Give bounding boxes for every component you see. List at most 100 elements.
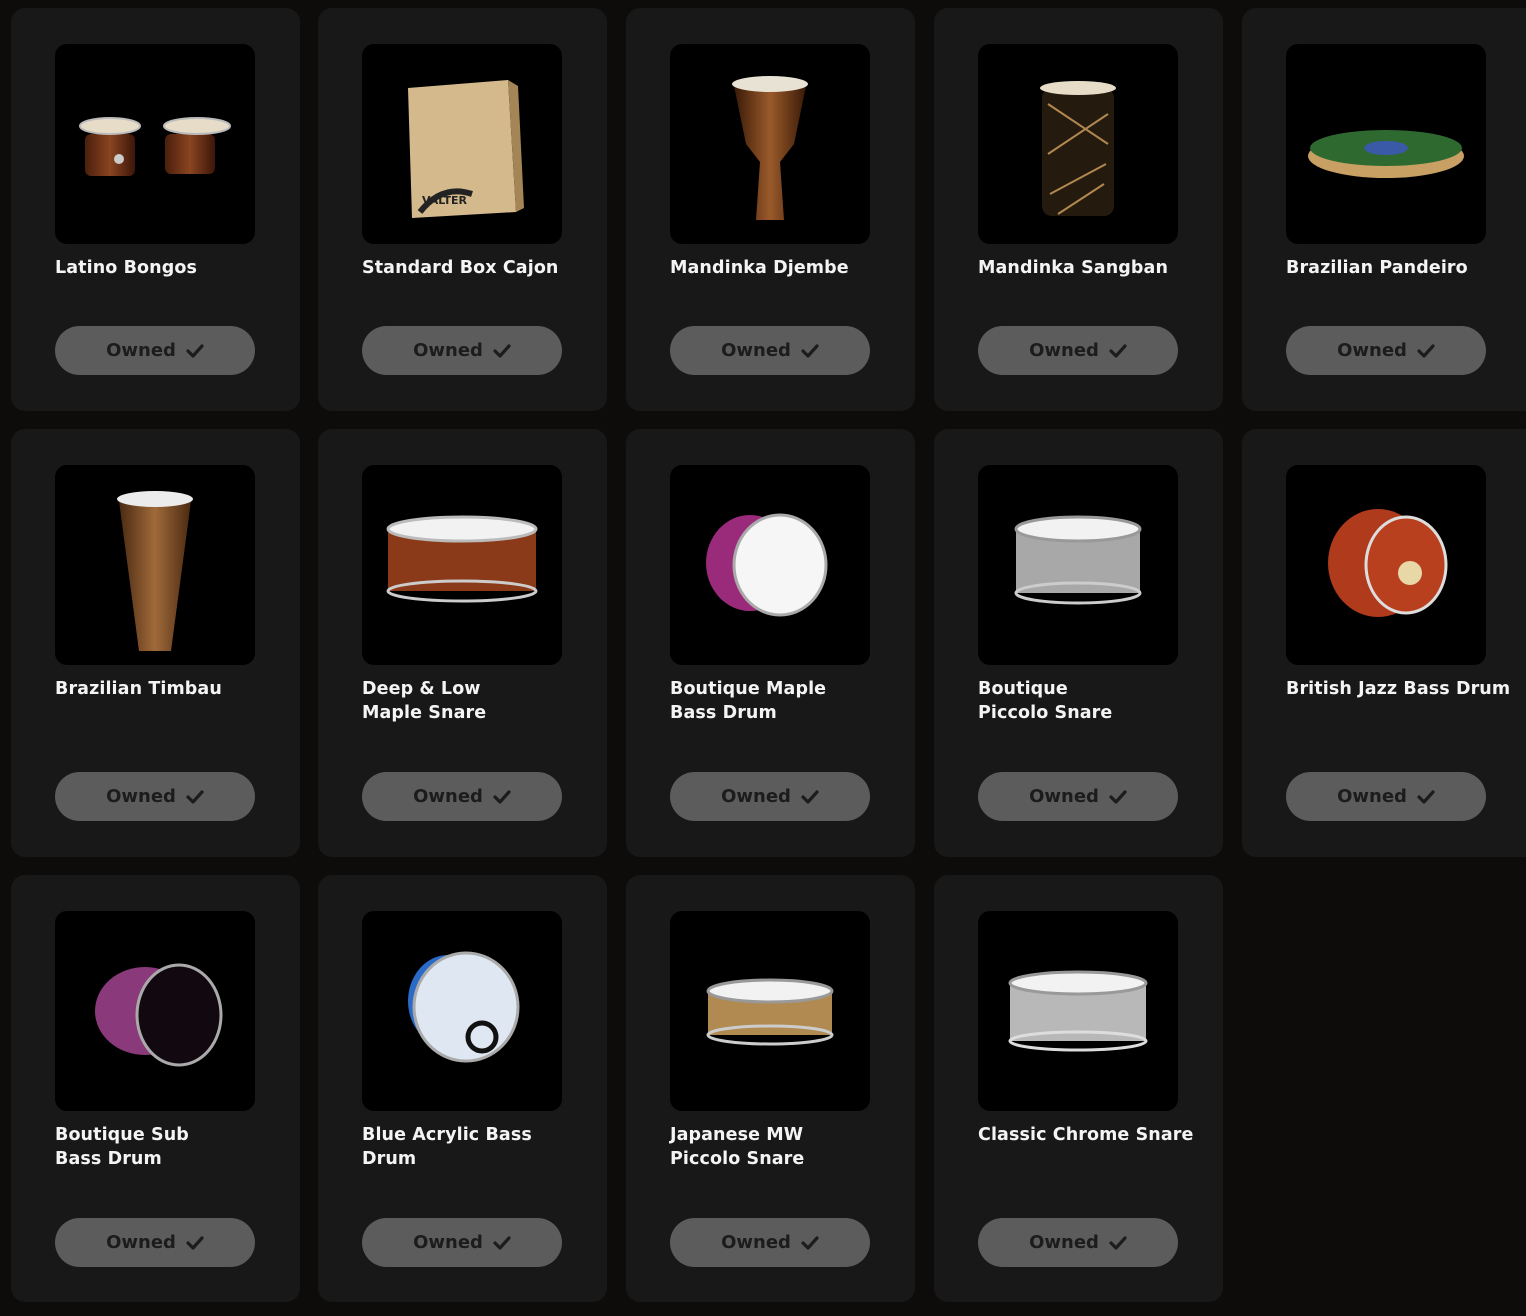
owned-label: Owned bbox=[1029, 340, 1099, 361]
product-title: Classic Chrome Snare bbox=[978, 1125, 1194, 1145]
owned-label: Owned bbox=[1029, 786, 1099, 807]
product-thumbnail bbox=[1286, 44, 1486, 244]
owned-label: Owned bbox=[413, 340, 483, 361]
product-thumbnail bbox=[55, 44, 255, 244]
owned-label: Owned bbox=[721, 1232, 791, 1253]
bass-drum-icon bbox=[95, 963, 223, 1067]
product-card[interactable]: British Jazz Bass Drum Owned bbox=[1242, 429, 1526, 857]
product-title: Brazilian Timbau bbox=[55, 679, 222, 699]
product-title: Deep & Low Maple Snare bbox=[362, 679, 487, 723]
owned-button[interactable]: Owned bbox=[362, 326, 562, 375]
product-thumbnail: VALTER bbox=[362, 44, 562, 244]
checkmark-icon bbox=[1109, 343, 1127, 358]
checkmark-icon bbox=[1109, 789, 1127, 804]
owned-label: Owned bbox=[1337, 786, 1407, 807]
product-card[interactable]: Mandinka Djembe Owned bbox=[626, 8, 915, 411]
snare-icon bbox=[706, 978, 834, 1046]
owned-label: Owned bbox=[106, 340, 176, 361]
pandeiro-icon bbox=[1308, 130, 1464, 178]
cajon-icon: VALTER bbox=[408, 80, 524, 218]
owned-label: Owned bbox=[1029, 1232, 1099, 1253]
product-card[interactable]: Brazilian Timbau Owned bbox=[11, 429, 300, 857]
product-thumbnail bbox=[670, 44, 870, 244]
product-card[interactable]: Boutique Maple Bass Drum Owned bbox=[626, 429, 915, 857]
owned-button[interactable]: Owned bbox=[55, 1218, 255, 1267]
product-thumbnail bbox=[55, 911, 255, 1111]
snare-icon bbox=[386, 515, 538, 603]
product-card[interactable]: Boutique Piccolo Snare Owned bbox=[934, 429, 1223, 857]
owned-label: Owned bbox=[1337, 340, 1407, 361]
product-thumbnail bbox=[978, 911, 1178, 1111]
product-card[interactable]: Japanese MW Piccolo Snare Owned bbox=[626, 875, 915, 1302]
owned-label: Owned bbox=[106, 1232, 176, 1253]
product-title: Mandinka Sangban bbox=[978, 258, 1168, 278]
owned-button[interactable]: Owned bbox=[1286, 772, 1486, 821]
owned-button[interactable]: Owned bbox=[362, 1218, 562, 1267]
bass-drum-icon bbox=[1328, 509, 1448, 617]
checkmark-icon bbox=[801, 789, 819, 804]
checkmark-icon bbox=[1417, 343, 1435, 358]
product-thumbnail bbox=[55, 465, 255, 665]
product-title: Latino Bongos bbox=[55, 258, 197, 278]
product-thumbnail bbox=[978, 44, 1178, 244]
product-card[interactable]: VALTER Standard Box Cajon Owned bbox=[318, 8, 607, 411]
owned-button[interactable]: Owned bbox=[978, 326, 1178, 375]
product-thumbnail bbox=[670, 911, 870, 1111]
checkmark-icon bbox=[1417, 789, 1435, 804]
bass-drum-icon bbox=[408, 951, 520, 1063]
owned-button[interactable]: Owned bbox=[362, 772, 562, 821]
bass-drum-icon bbox=[706, 513, 828, 617]
owned-button[interactable]: Owned bbox=[978, 1218, 1178, 1267]
product-card[interactable]: Latino Bongos Owned bbox=[11, 8, 300, 411]
product-title: Japanese MW Piccolo Snare bbox=[670, 1125, 805, 1169]
checkmark-icon bbox=[493, 1235, 511, 1250]
snare-icon bbox=[1008, 970, 1148, 1052]
product-card[interactable]: Blue Acrylic Bass Drum Owned bbox=[318, 875, 607, 1302]
sangban-icon bbox=[1040, 81, 1116, 216]
product-card[interactable]: Classic Chrome Snare Owned bbox=[934, 875, 1223, 1302]
djembe-icon bbox=[732, 76, 808, 220]
checkmark-icon bbox=[493, 343, 511, 358]
product-title: Brazilian Pandeiro bbox=[1286, 258, 1468, 278]
checkmark-icon bbox=[493, 789, 511, 804]
product-card[interactable]: Boutique Sub Bass Drum Owned bbox=[11, 875, 300, 1302]
owned-button[interactable]: Owned bbox=[55, 772, 255, 821]
product-card[interactable]: Mandinka Sangban Owned bbox=[934, 8, 1223, 411]
checkmark-icon bbox=[186, 1235, 204, 1250]
product-thumbnail bbox=[362, 911, 562, 1111]
owned-button[interactable]: Owned bbox=[670, 326, 870, 375]
product-title: Mandinka Djembe bbox=[670, 258, 849, 278]
product-thumbnail bbox=[978, 465, 1178, 665]
product-title: Blue Acrylic Bass Drum bbox=[362, 1125, 532, 1169]
product-thumbnail bbox=[1286, 465, 1486, 665]
owned-label: Owned bbox=[413, 786, 483, 807]
timbau-icon bbox=[117, 491, 193, 651]
checkmark-icon bbox=[801, 343, 819, 358]
bongos-icon bbox=[79, 117, 231, 176]
checkmark-icon bbox=[186, 789, 204, 804]
product-card[interactable]: Deep & Low Maple Snare Owned bbox=[318, 429, 607, 857]
owned-button[interactable]: Owned bbox=[670, 772, 870, 821]
owned-button[interactable]: Owned bbox=[670, 1218, 870, 1267]
product-title: Standard Box Cajon bbox=[362, 258, 559, 278]
checkmark-icon bbox=[186, 343, 204, 358]
product-grid: Latino Bongos Owned VALTER Standard Box … bbox=[0, 0, 1526, 1316]
product-title: British Jazz Bass Drum bbox=[1286, 679, 1511, 699]
svg-text:VALTER: VALTER bbox=[422, 194, 467, 207]
product-thumbnail bbox=[362, 465, 562, 665]
product-title: Boutique Sub Bass Drum bbox=[55, 1125, 189, 1169]
product-title: Boutique Maple Bass Drum bbox=[670, 679, 827, 723]
owned-label: Owned bbox=[413, 1232, 483, 1253]
owned-button[interactable]: Owned bbox=[55, 326, 255, 375]
owned-button[interactable]: Owned bbox=[1286, 326, 1486, 375]
checkmark-icon bbox=[1109, 1235, 1127, 1250]
product-title: Boutique Piccolo Snare bbox=[978, 679, 1113, 723]
owned-button[interactable]: Owned bbox=[978, 772, 1178, 821]
owned-label: Owned bbox=[721, 786, 791, 807]
product-thumbnail bbox=[670, 465, 870, 665]
owned-label: Owned bbox=[721, 340, 791, 361]
product-card[interactable]: Brazilian Pandeiro Owned bbox=[1242, 8, 1526, 411]
owned-label: Owned bbox=[106, 786, 176, 807]
snare-icon bbox=[1014, 515, 1142, 605]
checkmark-icon bbox=[801, 1235, 819, 1250]
